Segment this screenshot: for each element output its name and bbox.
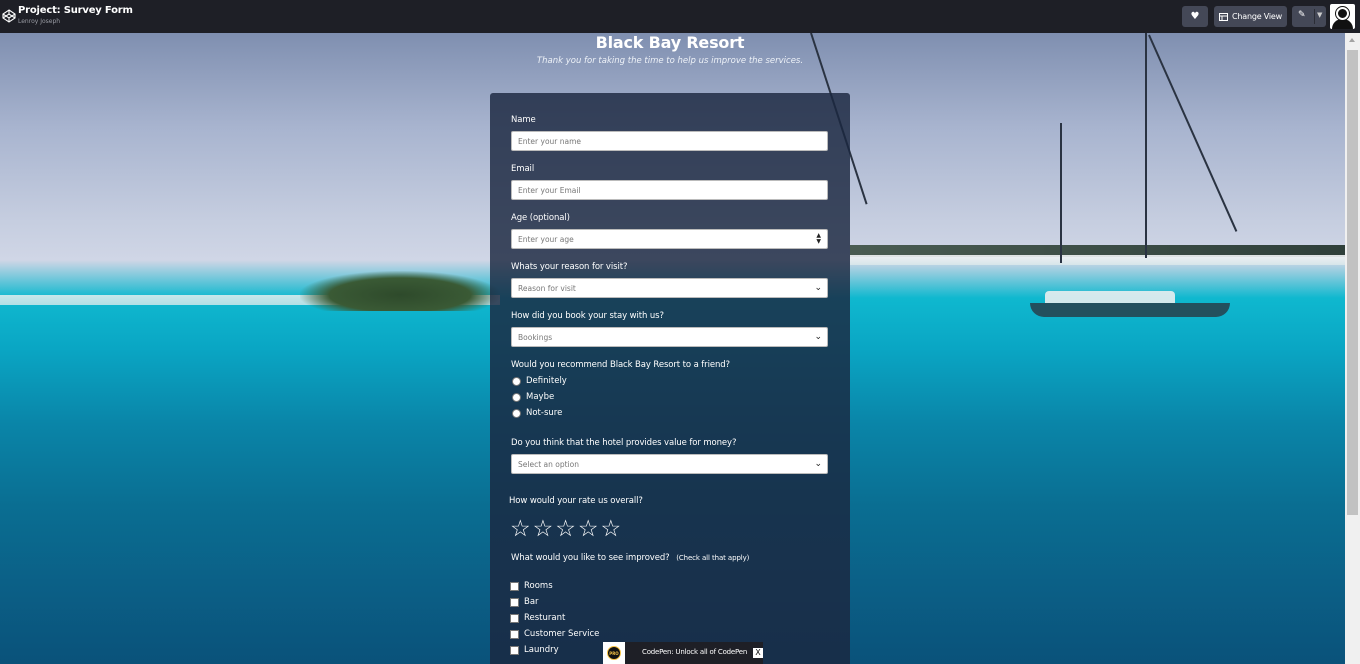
star-rating[interactable]: ☆ ☆ ☆ ☆ ☆ <box>510 518 621 541</box>
improve-option[interactable]: Laundry <box>510 645 559 655</box>
age-input[interactable]: Enter your age ▲ ▼ <box>511 229 828 249</box>
project-author[interactable]: Lenroy Joseph <box>18 18 60 25</box>
divider <box>1314 9 1315 24</box>
improve-option[interactable]: Rooms <box>510 581 553 591</box>
chevron-down-icon: ⌄ <box>814 332 822 342</box>
survey-form: Name Enter your name Email Enter your Em… <box>490 93 850 664</box>
pin-button[interactable]: ✎ ▼ <box>1292 6 1326 27</box>
booking-selected-value: Bookings <box>518 332 553 342</box>
checkbox[interactable] <box>510 613 519 623</box>
improve-option[interactable]: Bar <box>510 597 539 607</box>
checkbox[interactable] <box>510 597 519 607</box>
layout-icon <box>1219 12 1229 21</box>
name-input[interactable]: Enter your name <box>511 131 828 151</box>
star-icon[interactable]: ☆ <box>601 518 622 541</box>
checkbox-label: Resturant <box>524 613 566 623</box>
promo-text[interactable]: CodePen: Unlock all of CodePen <box>642 648 747 656</box>
radio-label: Maybe <box>526 392 555 402</box>
codepen-pro-banner[interactable]: PRO CodePen: Unlock all of CodePen X <box>603 642 763 664</box>
radio-button[interactable] <box>512 376 521 386</box>
heart-icon: ♥ <box>1190 11 1200 22</box>
scroll-up-arrow-icon[interactable] <box>1349 38 1355 42</box>
checkbox-label: Bar <box>524 597 539 607</box>
email-input[interactable]: Enter your Email <box>511 180 828 200</box>
number-spinner-icon[interactable]: ▲ ▼ <box>816 233 821 245</box>
project-title: Project: Survey Form <box>18 5 133 16</box>
reason-label: Whats your reason for visit? <box>511 262 628 272</box>
improve-question: What would you like to see improved? <box>511 553 670 563</box>
checkbox-label: Customer Service <box>524 629 600 639</box>
love-button[interactable]: ♥ <box>1182 6 1208 27</box>
change-view-label: Change View <box>1232 12 1282 21</box>
checkbox[interactable] <box>510 645 519 655</box>
star-icon[interactable]: ☆ <box>533 518 554 541</box>
reason-select[interactable]: Reason for visit ⌄ <box>511 278 828 298</box>
recommend-label: Would you recommend Black Bay Resort to … <box>511 360 730 370</box>
codepen-logo-icon[interactable] <box>2 9 16 23</box>
pro-badge-icon: PRO <box>603 642 625 664</box>
star-icon[interactable]: ☆ <box>578 518 599 541</box>
top-bar: Project: Survey Form Lenroy Joseph ♥ Cha… <box>0 0 1360 33</box>
checkbox[interactable] <box>510 629 519 639</box>
star-icon[interactable]: ☆ <box>510 518 531 541</box>
booking-label: How did you book your stay with us? <box>511 311 664 321</box>
change-view-button[interactable]: Change View <box>1214 6 1287 27</box>
improve-note: (Check all that apply) <box>676 554 750 562</box>
value-label: Do you think that the hotel provides val… <box>511 438 737 448</box>
page-scrollbar[interactable] <box>1345 33 1360 664</box>
reason-selected-value: Reason for visit <box>518 283 576 293</box>
improve-option[interactable]: Customer Service <box>510 629 599 639</box>
improve-option[interactable]: Resturant <box>510 613 565 623</box>
rating-label: How would your rate us overall? <box>509 496 643 506</box>
user-avatar[interactable] <box>1330 4 1355 29</box>
page-description: Thank you for taking the time to help us… <box>536 56 804 66</box>
value-selected-value: Select an option <box>518 459 579 469</box>
sail-mast <box>1060 123 1062 263</box>
island <box>300 271 500 311</box>
avatar-head <box>1336 7 1349 20</box>
name-label: Name <box>511 115 536 125</box>
radio-label: Not-sure <box>526 408 563 418</box>
booking-select[interactable]: Bookings ⌄ <box>511 327 828 347</box>
value-select[interactable]: Select an option ⌄ <box>511 454 828 474</box>
age-placeholder: Enter your age <box>518 234 574 244</box>
recommend-option[interactable]: Not-sure <box>512 408 562 418</box>
improve-label: What would you like to see improved? (Ch… <box>511 553 749 563</box>
recommend-option[interactable]: Maybe <box>512 392 554 402</box>
page-title: Black Bay Resort <box>595 33 745 52</box>
recommend-option[interactable]: Definitely <box>512 376 567 386</box>
chevron-down-icon: ⌄ <box>814 283 822 293</box>
pin-icon: ✎ <box>1298 10 1306 20</box>
close-icon[interactable]: X <box>753 648 763 658</box>
radio-button[interactable] <box>512 408 521 418</box>
star-icon[interactable]: ☆ <box>555 518 576 541</box>
beach-right <box>850 255 1345 265</box>
checkbox-label: Rooms <box>524 581 553 591</box>
chevron-down-icon[interactable]: ▼ <box>1317 11 1322 19</box>
radio-button[interactable] <box>512 392 521 402</box>
chevron-down-icon: ⌄ <box>814 459 822 469</box>
age-label: Age (optional) <box>511 213 570 223</box>
email-label: Email <box>511 164 535 174</box>
avatar-shoulders <box>1332 19 1353 29</box>
checkbox[interactable] <box>510 581 519 591</box>
sail-mast <box>1145 33 1147 258</box>
scrollbar-thumb[interactable] <box>1347 50 1358 515</box>
radio-label: Definitely <box>526 376 567 386</box>
checkbox-label: Laundry <box>524 645 559 655</box>
boat-hull <box>1030 303 1230 317</box>
